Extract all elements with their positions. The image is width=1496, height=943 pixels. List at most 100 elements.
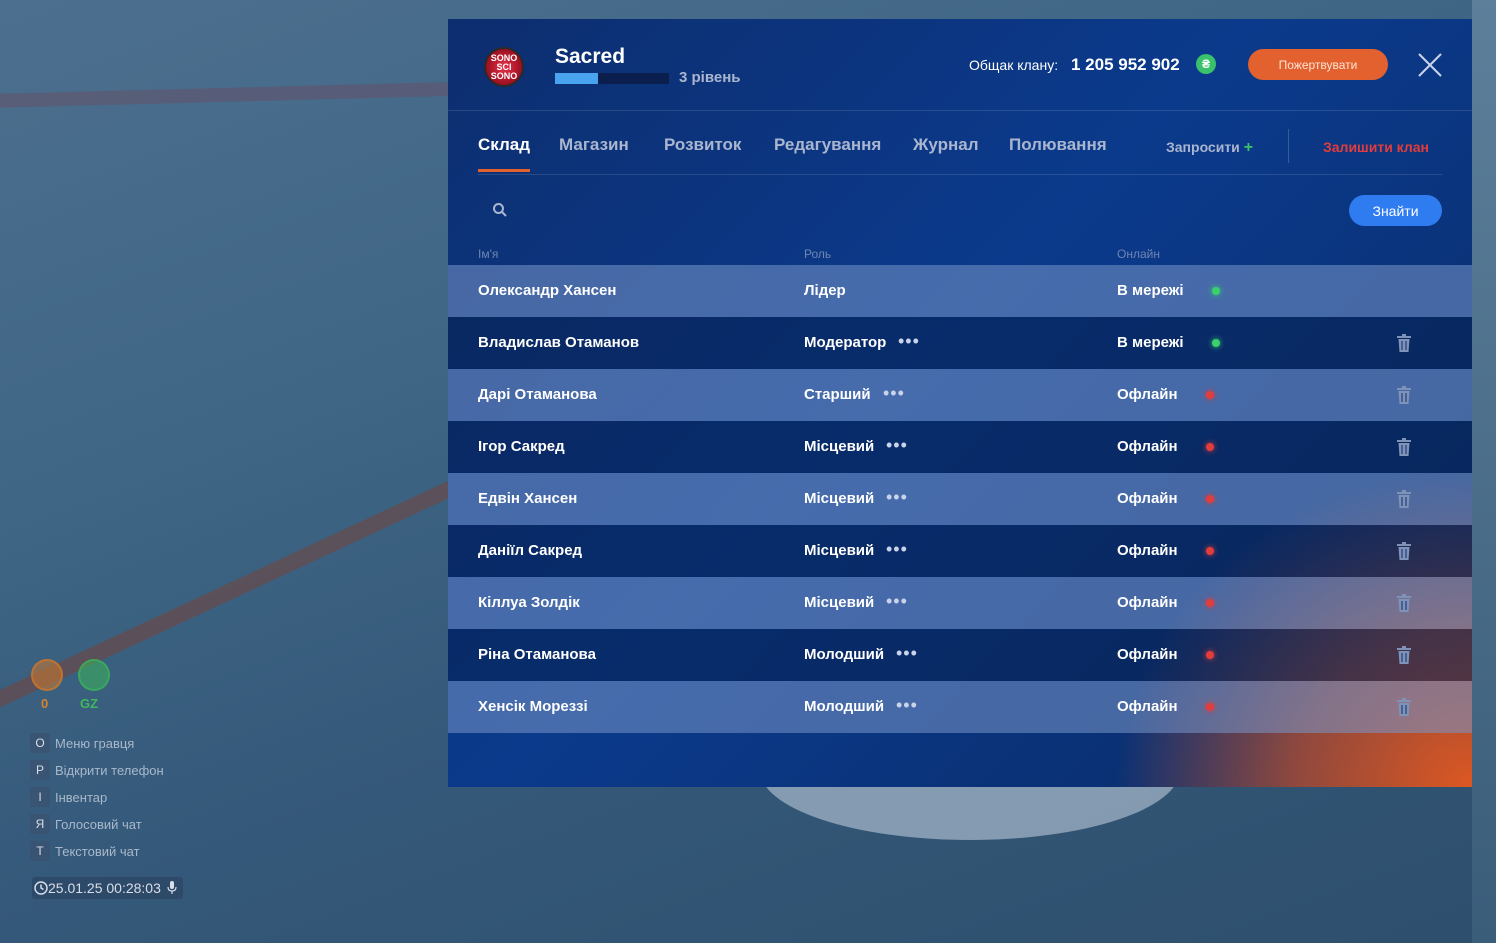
clan-header: SONO SCI SONO Sacred 3 рівень Общак клан… [448,19,1472,111]
offline-indicator [1206,443,1214,451]
member-status: Офлайн [1117,698,1178,715]
member-name: Едвін Хансен [478,490,578,507]
column-header-name: Ім'я [478,247,499,261]
role-menu-icon[interactable]: ••• [886,539,908,560]
member-status: В мережі [1117,334,1184,351]
member-row[interactable]: Ігор Сакред Місцевий ••• Офлайн [448,421,1472,473]
zone-icon [78,659,110,691]
member-search-input[interactable] [518,195,1118,225]
leave-clan-button[interactable]: Залишити клан [1323,139,1429,155]
offline-indicator [1206,651,1214,659]
tab-hunting[interactable]: Полювання [1009,135,1107,172]
member-status: Офлайн [1117,594,1178,611]
member-row[interactable]: Дарі Отаманова Старший ••• Офлайн [448,369,1472,421]
tab-journal[interactable]: Журнал [913,135,979,172]
member-name: Даніїл Сакред [478,542,583,559]
hint-key: Я [30,814,50,834]
trash-icon[interactable] [1397,386,1411,404]
role-menu-icon[interactable]: ••• [886,435,908,456]
hint-label: Меню гравця [55,735,135,751]
hint-key: O [30,733,50,753]
offline-indicator [1206,495,1214,503]
hunger-icon [31,659,63,691]
hint-inventory: I Інвентар [30,787,107,807]
coin-icon: ₴ [1196,54,1216,74]
member-status: В мережі [1117,282,1184,299]
offline-indicator [1206,703,1214,711]
offline-indicator [1206,547,1214,555]
background-right-strip [1472,0,1496,943]
find-button[interactable]: Знайти [1349,195,1442,226]
trash-icon[interactable] [1397,490,1411,508]
clan-name: Sacred [555,45,626,68]
hint-key: I [30,787,50,807]
trash-icon[interactable] [1397,438,1411,456]
member-row[interactable]: Даніїл Сакред Місцевий ••• Офлайн [448,525,1472,577]
member-name: Ігор Сакред [478,438,565,455]
member-row[interactable]: Олександр Хансен Лідер В мережі [448,265,1472,317]
clan-panel: SONO SCI SONO Sacred 3 рівень Общак клан… [448,19,1472,787]
clan-level-bar [555,73,669,84]
role-menu-icon[interactable]: ••• [896,695,918,716]
role-menu-icon[interactable]: ••• [886,487,908,508]
microphone-icon [167,881,177,894]
trash-icon[interactable] [1397,646,1411,664]
clan-level-fill [555,73,599,84]
member-name: Ріна Отаманова [478,646,596,663]
member-role: Молодший [804,646,885,663]
online-indicator [1212,287,1220,295]
member-role: Місцевий [804,594,875,611]
member-role: Лідер [804,282,846,299]
tab-development[interactable]: Розвиток [664,135,741,172]
members-table: Олександр Хансен Лідер В мережі Владислав О… [448,265,1472,733]
hunger-value: 0 [41,696,49,711]
clan-tabs: Склад Магазин Розвиток Редагування Журна… [478,127,1442,175]
member-row[interactable]: Владислав Отаманов Модератор ••• В мережі [448,317,1472,369]
tab-editing[interactable]: Редагування [774,135,881,172]
tab-shop[interactable]: Магазин [559,135,629,172]
trash-icon[interactable] [1397,542,1411,560]
role-menu-icon[interactable]: ••• [896,643,918,664]
member-role: Молодший [804,698,885,715]
treasury-label: Общак клану: [969,57,1059,73]
member-name: Дарі Отаманова [478,386,597,403]
offline-indicator [1206,599,1214,607]
hint-label: Відкрити телефон [55,762,164,778]
trash-icon[interactable] [1397,594,1411,612]
trash-icon[interactable] [1397,334,1411,352]
hint-text-chat: T Текстовий чат [30,841,140,861]
hud-clock: 25.01.25 00:28:03 [32,877,183,899]
member-role: Місцевий [804,542,875,559]
member-row[interactable]: Кіллуа Золдік Місцевий ••• Офлайн [448,577,1472,629]
member-status: Офлайн [1117,438,1178,455]
plus-icon: + [1243,139,1254,156]
tabs-divider [1288,129,1289,163]
role-menu-icon[interactable]: ••• [886,591,908,612]
hint-key: P [30,760,50,780]
member-status: Офлайн [1117,542,1178,559]
clock-icon [34,881,48,895]
member-status: Офлайн [1117,386,1178,403]
hint-label: Інвентар [55,789,108,805]
member-name: Кіллуа Золдік [478,594,580,611]
hint-label: Голосовий чат [55,816,142,832]
member-role: Місцевий [804,438,875,455]
clan-level-label: 3 рівень [679,69,741,86]
clan-logo: SONO SCI SONO [478,43,530,91]
trash-icon[interactable] [1397,698,1411,716]
role-menu-icon[interactable]: ••• [898,331,920,352]
clan-logo-badge: SONO SCI SONO [484,47,524,87]
member-row[interactable]: Ріна Отаманова Молодший ••• Офлайн [448,629,1472,681]
donate-button[interactable]: Пожертвувати [1248,49,1388,80]
role-menu-icon[interactable]: ••• [883,383,905,404]
hint-voice-chat: Я Голосовий чат [30,814,142,834]
member-row[interactable]: Едвін Хансен Місцевий ••• Офлайн [448,473,1472,525]
member-name: Владислав Отаманов [478,334,640,351]
hud-datetime: 25.01.25 00:28:03 [48,880,161,896]
tab-storage[interactable]: Склад [478,135,531,172]
hint-label: Текстовий чат [55,843,140,859]
close-icon[interactable] [1416,51,1444,79]
invite-button[interactable]: Запросити + [1166,139,1253,157]
member-row[interactable]: Хенсік Мореззі Молодший ••• Офлайн [448,681,1472,733]
treasury-value: 1 205 952 902 [1071,55,1180,74]
